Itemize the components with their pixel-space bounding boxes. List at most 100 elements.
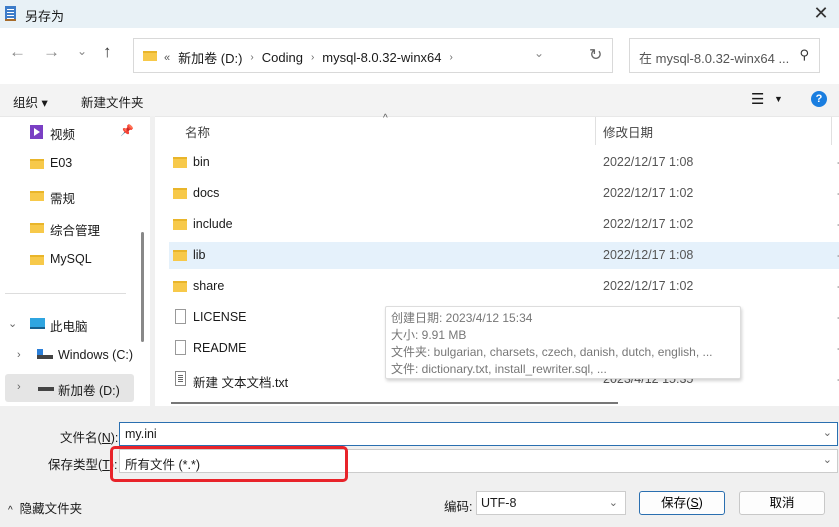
file-name: docs bbox=[193, 186, 220, 200]
filename-input[interactable]: my.ini ⌄ bbox=[119, 422, 838, 446]
breadcrumb-separator[interactable]: › bbox=[450, 52, 453, 63]
refresh-icon[interactable]: ↻ bbox=[589, 45, 602, 65]
command-toolbar: 组织 ▾ 新建文件夹 ☰ ▼ ? bbox=[0, 84, 839, 116]
file-name: LICENSE bbox=[193, 310, 247, 324]
file-name: 新建 文本文档.txt bbox=[193, 376, 289, 390]
help-icon[interactable]: ? bbox=[811, 91, 827, 107]
chevron-up-icon: ^ bbox=[8, 505, 13, 516]
address-history-dropdown-icon[interactable]: ⌄ bbox=[534, 46, 544, 60]
folder-icon bbox=[173, 281, 187, 292]
file-name: lib bbox=[193, 248, 206, 262]
breadcrumb-drive-d[interactable]: 新加卷 (D:) bbox=[178, 48, 242, 67]
file-modified-date: 2022/12/17 1:02 bbox=[603, 186, 694, 200]
folder-icon bbox=[173, 219, 187, 230]
pin-icon: 📌 bbox=[120, 125, 134, 137]
breadcrumb-coding[interactable]: Coding bbox=[262, 50, 303, 65]
encoding-value: UTF-8 bbox=[481, 496, 517, 510]
sidebar-item-this-pc[interactable]: ⌄ 此电脑 bbox=[0, 310, 134, 338]
folder-icon bbox=[173, 250, 187, 261]
drive-icon bbox=[38, 387, 54, 391]
close-icon[interactable]: ✕ bbox=[811, 3, 831, 24]
view-options-icon[interactable]: ☰ bbox=[751, 90, 764, 108]
chevron-down-icon[interactable]: ⌄ bbox=[609, 496, 618, 509]
view-dropdown-icon[interactable]: ▼ bbox=[774, 94, 783, 104]
sidebar-scrollbar[interactable] bbox=[141, 232, 144, 342]
encoding-select[interactable]: UTF-8 ⌄ bbox=[476, 491, 626, 515]
up-button[interactable]: ↑ bbox=[103, 42, 112, 62]
chevron-right-icon[interactable]: › bbox=[17, 381, 21, 393]
tooltip-created-date: 创建日期: 2023/4/12 15:34 bbox=[391, 311, 533, 325]
new-folder-button[interactable]: 新建文件夹 bbox=[81, 92, 144, 111]
forward-button[interactable]: → bbox=[43, 42, 60, 62]
chevron-down-icon[interactable]: ⌄ bbox=[8, 317, 17, 330]
search-placeholder: 在 mysql-8.0.32-winx64 ... bbox=[639, 51, 790, 66]
sidebar-item-videos[interactable]: 视频 📌 bbox=[0, 118, 134, 146]
folder-icon bbox=[30, 255, 44, 265]
file-name: share bbox=[193, 279, 225, 293]
tooltip-size: 大小: 9.91 MB bbox=[391, 328, 467, 342]
file-icon bbox=[175, 309, 186, 324]
filename-label: 文件名(N): bbox=[60, 431, 119, 445]
filetype-select[interactable]: 所有文件 (*.*) ⌄ bbox=[119, 449, 838, 473]
sidebar-item-label: 视频 bbox=[50, 128, 76, 142]
file-modified-date: 2022/12/17 1:08 bbox=[603, 155, 694, 169]
encoding-label: 编码: bbox=[444, 500, 473, 514]
column-separator[interactable] bbox=[595, 117, 596, 145]
chevron-down-icon[interactable]: ⌄ bbox=[823, 426, 832, 439]
file-modified-date: 2022/12/17 1:08 bbox=[603, 248, 694, 262]
hide-folders-toggle[interactable]: ^ 隐藏文件夹 bbox=[8, 498, 82, 517]
breadcrumb-mysql[interactable]: mysql-8.0.32-winx64 bbox=[322, 50, 441, 65]
recent-locations-button[interactable]: ⌄ bbox=[77, 44, 87, 58]
filetype-value: 所有文件 (*.*) bbox=[125, 458, 201, 472]
sidebar-item-management[interactable]: 综合管理 bbox=[0, 214, 134, 242]
tooltip-files: 文件: dictionary.txt, install_rewriter.sql… bbox=[391, 362, 607, 376]
search-icon[interactable]: ⚲ bbox=[799, 47, 809, 63]
file-row[interactable]: include 2022/12/17 1:02 - bbox=[169, 211, 839, 238]
filetype-label: 保存类型(T): bbox=[48, 458, 118, 472]
file-row[interactable]: bin 2022/12/17 1:08 - bbox=[169, 149, 839, 176]
filename-value: my.ini bbox=[125, 427, 157, 441]
file-row[interactable]: lib 2022/12/17 1:08 - bbox=[169, 242, 839, 269]
column-separator[interactable] bbox=[831, 117, 832, 145]
chevron-right-icon[interactable]: › bbox=[17, 349, 21, 361]
sidebar-item-label: E03 bbox=[50, 156, 73, 170]
notepad-icon bbox=[5, 6, 16, 21]
sidebar-item-mysql[interactable]: MySQL bbox=[0, 246, 134, 274]
back-button[interactable]: ← bbox=[9, 42, 26, 62]
file-name: bin bbox=[193, 155, 210, 169]
cancel-button[interactable]: 取消 bbox=[739, 491, 825, 515]
organize-menu[interactable]: 组织 ▾ bbox=[13, 92, 48, 111]
save-button[interactable]: 保存(S) bbox=[639, 491, 725, 515]
sidebar-item-drive-c[interactable]: › Windows (C:) bbox=[0, 342, 134, 370]
title-bar: 另存为 ✕ bbox=[0, 0, 839, 28]
address-bar[interactable]: « 新加卷 (D:) › Coding › mysql-8.0.32-winx6… bbox=[133, 38, 613, 73]
navigation-pane: 视频 📌 E03 需规 综合管理 MySQL ⌄ 此电脑 › Windows (… bbox=[0, 116, 150, 406]
sort-ascending-icon: ^ bbox=[383, 113, 388, 124]
sidebar-item-label: Windows (C:) bbox=[58, 348, 134, 362]
sidebar-item-e03[interactable]: E03 bbox=[0, 150, 134, 178]
sidebar-item-label: 综合管理 bbox=[50, 224, 101, 238]
column-header-modified[interactable]: 修改日期 bbox=[603, 122, 653, 141]
folder-icon bbox=[173, 157, 187, 168]
folder-info-tooltip: 创建日期: 2023/4/12 15:34 大小: 9.91 MB 文件夹: b… bbox=[385, 306, 741, 379]
folder-icon bbox=[30, 159, 44, 169]
sidebar-divider bbox=[5, 293, 126, 294]
breadcrumb-overflow[interactable]: « bbox=[164, 52, 170, 64]
sidebar-item-drive-d[interactable]: › 新加卷 (D:) bbox=[5, 374, 134, 402]
computer-icon bbox=[30, 318, 45, 329]
search-box[interactable]: 在 mysql-8.0.32-winx64 ... ⚲ bbox=[629, 38, 820, 73]
folder-icon bbox=[30, 191, 44, 201]
chevron-down-icon[interactable]: ⌄ bbox=[823, 453, 832, 466]
text-file-icon bbox=[175, 371, 186, 386]
file-modified-date: 2022/12/17 1:02 bbox=[603, 279, 694, 293]
horizontal-scrollbar[interactable] bbox=[171, 402, 618, 404]
breadcrumb-separator[interactable]: › bbox=[311, 52, 314, 63]
breadcrumb-separator[interactable]: › bbox=[250, 52, 253, 63]
file-row[interactable]: share 2022/12/17 1:02 - bbox=[169, 273, 839, 300]
sidebar-item-requirements[interactable]: 需规 bbox=[0, 182, 134, 210]
column-header-name[interactable]: 名称 bbox=[185, 122, 210, 141]
folder-icon bbox=[30, 223, 44, 233]
file-row[interactable]: docs 2022/12/17 1:02 - bbox=[169, 180, 839, 207]
folder-icon bbox=[173, 188, 187, 199]
navigation-bar: ← → ⌄ ↑ « 新加卷 (D:) › Coding › mysql-8.0.… bbox=[0, 28, 839, 84]
